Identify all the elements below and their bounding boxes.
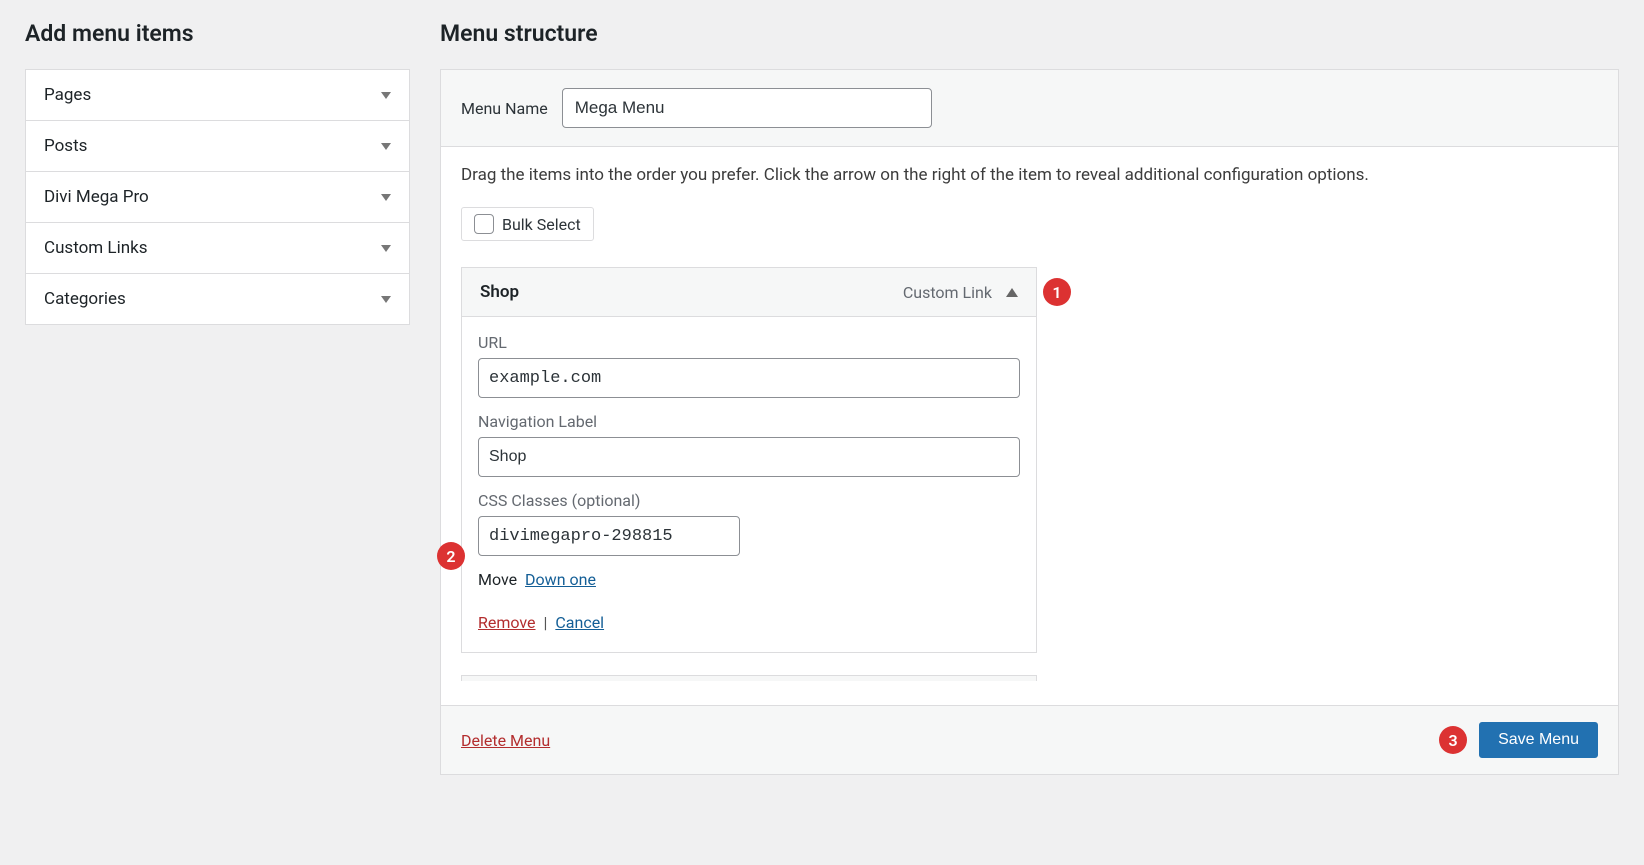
menu-name-input[interactable] bbox=[562, 88, 932, 128]
menu-item-box: Shop Custom Link URL bbox=[461, 267, 1037, 653]
menu-structure-column: Menu structure Menu Name Drag the items … bbox=[440, 20, 1619, 835]
menu-header: Menu Name bbox=[441, 70, 1618, 147]
action-separator: | bbox=[543, 613, 547, 632]
accordion-label: Pages bbox=[44, 85, 91, 105]
accordion-label: Posts bbox=[44, 136, 87, 156]
accordion-divi-mega-pro[interactable]: Divi Mega Pro bbox=[26, 171, 409, 222]
menu-item-settings: URL Navigation Label CSS Classes (option… bbox=[462, 316, 1036, 652]
move-down-link[interactable]: Down one bbox=[525, 570, 596, 589]
annotation-badge-3: 3 bbox=[1439, 726, 1467, 754]
menu-structure-heading: Menu structure bbox=[440, 20, 1619, 47]
css-classes-input[interactable] bbox=[478, 516, 740, 556]
annotation-badge-1: 1 bbox=[1043, 278, 1071, 306]
url-input[interactable] bbox=[478, 358, 1020, 398]
menu-edit-screen: Add menu items Pages Posts Divi Mega Pro… bbox=[0, 0, 1644, 865]
add-menu-items-column: Add menu items Pages Posts Divi Mega Pro… bbox=[25, 20, 410, 835]
menu-body: Drag the items into the order you prefer… bbox=[441, 147, 1618, 705]
menu-footer: Delete Menu 3 Save Menu bbox=[441, 705, 1618, 774]
menu-instructions: Drag the items into the order you prefer… bbox=[461, 165, 1598, 185]
move-row: Move Down one bbox=[478, 570, 1020, 589]
next-item-stub bbox=[461, 675, 1037, 681]
bulk-select-label: Bulk Select bbox=[502, 215, 581, 234]
add-items-heading: Add menu items bbox=[25, 20, 410, 47]
chevron-up-icon bbox=[1006, 288, 1018, 297]
chevron-down-icon bbox=[381, 92, 391, 99]
accordion-posts[interactable]: Posts bbox=[26, 120, 409, 171]
metabox-accordion: Pages Posts Divi Mega Pro Custom Links C… bbox=[25, 69, 410, 325]
field-url: URL bbox=[478, 333, 1020, 398]
chevron-down-icon bbox=[381, 143, 391, 150]
item-actions: Remove | Cancel bbox=[478, 613, 1020, 632]
bulk-select-toggle[interactable]: Bulk Select bbox=[461, 207, 594, 241]
menu-item-type: Custom Link bbox=[903, 283, 992, 302]
field-nav-label: Navigation Label bbox=[478, 412, 1020, 477]
cancel-link[interactable]: Cancel bbox=[555, 613, 604, 632]
url-label: URL bbox=[478, 333, 1020, 352]
menu-item-handle[interactable]: Shop Custom Link bbox=[462, 268, 1036, 316]
delete-menu-link[interactable]: Delete Menu bbox=[461, 731, 550, 750]
menu-name-label: Menu Name bbox=[461, 99, 548, 118]
field-css-classes: CSS Classes (optional) bbox=[478, 491, 1020, 556]
nav-label-input[interactable] bbox=[478, 437, 1020, 477]
css-classes-label: CSS Classes (optional) bbox=[478, 491, 1020, 510]
menu-frame: Menu Name Drag the items into the order … bbox=[440, 69, 1619, 775]
nav-label-label: Navigation Label bbox=[478, 412, 1020, 431]
chevron-down-icon bbox=[381, 296, 391, 303]
accordion-pages[interactable]: Pages bbox=[26, 70, 409, 120]
save-menu-button[interactable]: Save Menu bbox=[1479, 722, 1598, 758]
save-area: 3 Save Menu bbox=[1439, 722, 1598, 758]
accordion-custom-links[interactable]: Custom Links bbox=[26, 222, 409, 273]
annotation-badge-2: 2 bbox=[437, 542, 465, 570]
menu-item-controls: Custom Link bbox=[903, 283, 1018, 302]
menu-item-title: Shop bbox=[480, 282, 519, 302]
move-label: Move bbox=[478, 570, 517, 589]
chevron-down-icon bbox=[381, 194, 391, 201]
accordion-label: Custom Links bbox=[44, 238, 148, 258]
chevron-down-icon bbox=[381, 245, 391, 252]
accordion-label: Divi Mega Pro bbox=[44, 187, 149, 207]
remove-link[interactable]: Remove bbox=[478, 613, 536, 632]
accordion-label: Categories bbox=[44, 289, 126, 309]
checkbox-icon bbox=[474, 214, 494, 234]
menu-item: 1 2 Shop Custom Link URL bbox=[461, 267, 1037, 653]
accordion-categories[interactable]: Categories bbox=[26, 273, 409, 324]
